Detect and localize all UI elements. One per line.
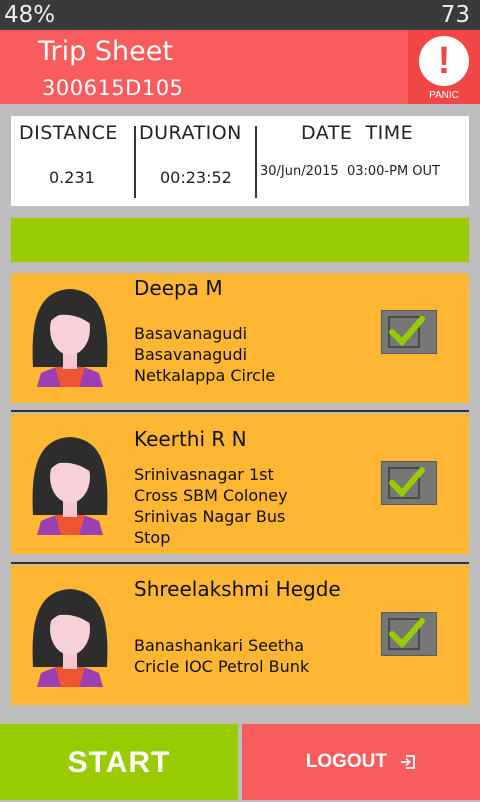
passenger-card[interactable]: Shreelakshmi Hegde Banashankari Seetha C… xyxy=(11,565,469,705)
address-line: Netkalappa Circle xyxy=(134,366,276,385)
checkmark-icon xyxy=(388,618,425,650)
status-left-text: 48% xyxy=(4,2,56,28)
address-line: Basavanagudi xyxy=(134,324,248,343)
pickup-checkbox[interactable] xyxy=(381,310,437,354)
app-header: Trip Sheet 300615D105 ! PANIC xyxy=(0,30,480,104)
page-title: Trip Sheet xyxy=(38,36,173,67)
passenger-address: Banashankari Seetha Cricle IOC Petrol Bu… xyxy=(134,635,309,677)
address-line: Cricle IOC Petrol Bunk xyxy=(134,657,310,676)
passenger-address: Basavanagudi Basavanagudi Netkalappa Cir… xyxy=(134,323,275,386)
datetime-value: 30/Jun/2015 03:00-PM OUT xyxy=(260,164,440,179)
address-line: Cross SBM Coloney xyxy=(134,486,288,505)
passenger-name: Shreelakshmi Hegde xyxy=(134,577,341,601)
female-avatar-icon xyxy=(32,437,108,535)
address-line: Stop xyxy=(134,528,171,547)
logout-icon xyxy=(401,755,416,769)
divider xyxy=(11,562,469,564)
datetime-label: DATE TIME xyxy=(301,122,414,144)
address-line: Basavanagudi xyxy=(134,345,248,364)
passenger-card[interactable]: Keerthi R N Srinivasnagar 1st Cross SBM … xyxy=(11,414,469,554)
checkmark-icon xyxy=(388,316,425,348)
status-bar-green xyxy=(11,218,469,262)
panic-button[interactable]: ! PANIC xyxy=(408,30,480,104)
passenger-address: Srinivasnagar 1st Cross SBM Coloney Srin… xyxy=(134,464,288,548)
logout-label: LOGOUT xyxy=(305,751,387,772)
female-avatar-icon xyxy=(32,289,108,387)
status-bar: 48% 73 xyxy=(0,0,480,30)
address-line: Srinivasnagar 1st xyxy=(134,465,274,484)
address-line: Banashankari Seetha xyxy=(134,636,305,655)
passenger-name: Keerthi R N xyxy=(134,427,247,451)
distance-value: 0.231 xyxy=(49,168,95,187)
passenger-name: Deepa M xyxy=(134,276,223,300)
duration-label: DURATION xyxy=(139,122,242,144)
passenger-card[interactable]: Deepa M Basavanagudi Basavanagudi Netkal… xyxy=(11,273,469,403)
address-line: Srinivas Nagar Bus xyxy=(134,507,286,526)
start-button[interactable]: START xyxy=(0,724,238,800)
pickup-checkbox[interactable] xyxy=(381,461,437,505)
divider xyxy=(255,126,257,198)
status-right-text: 73 xyxy=(440,2,470,28)
pickup-checkbox[interactable] xyxy=(381,612,437,656)
female-avatar-icon xyxy=(32,589,108,687)
trip-stats-panel: DISTANCE 0.231 DURATION 00:23:52 DATE TI… xyxy=(11,116,469,206)
duration-value: 00:23:52 xyxy=(160,168,232,187)
logout-button[interactable]: LOGOUT xyxy=(242,724,480,800)
divider xyxy=(134,126,136,198)
distance-label: DISTANCE xyxy=(19,122,118,144)
trip-id: 300615D105 xyxy=(42,76,184,100)
panic-label: PANIC xyxy=(429,90,459,101)
exclamation-icon: ! xyxy=(419,36,469,86)
divider xyxy=(11,410,469,412)
checkmark-icon xyxy=(388,467,425,499)
